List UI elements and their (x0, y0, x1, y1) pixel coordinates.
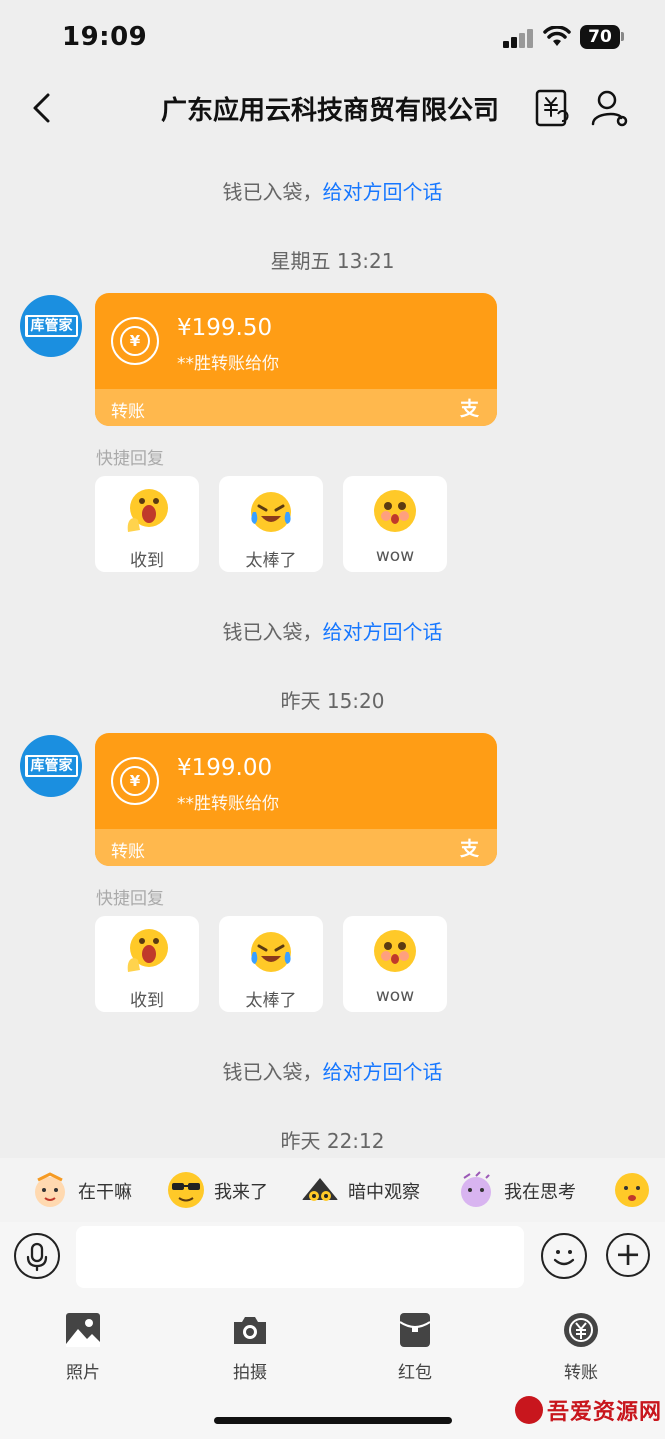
system-message-text: 钱已入袋， (222, 1060, 323, 1084)
transfer-tool-label: 转账 (564, 1363, 598, 1383)
transfer-receipt-icon[interactable] (534, 88, 570, 128)
status-bar: 19:09 70 (0, 0, 665, 74)
battery-nub (621, 32, 624, 41)
alipay-icon: 支 (459, 838, 479, 860)
alipay-icon: 支 (459, 398, 479, 420)
shocked-face-emoji-icon (127, 929, 168, 972)
reply-link[interactable]: 给对方回个话 (323, 180, 443, 204)
quick-reply-label: 太棒了 (245, 551, 297, 571)
message-timestamp: 星期五 13:21 (270, 249, 395, 273)
more-actions-button[interactable]: + (606, 1233, 650, 1277)
surprised-face-emoji-icon (374, 930, 416, 972)
avatar[interactable]: 库管家 (20, 735, 82, 797)
cellular-signal-icon (503, 28, 535, 48)
microphone-icon (26, 1242, 48, 1272)
system-message: 钱已入袋，给对方回个话 (0, 1056, 665, 1085)
transfer-amount: ¥199.50 (177, 315, 273, 341)
transfer-label: 转账 (111, 842, 145, 862)
camera-label: 拍摄 (233, 1363, 267, 1383)
system-message-text: 钱已入袋， (222, 620, 323, 644)
camera-button[interactable]: 拍摄 (205, 1306, 295, 1386)
quick-reply-wow[interactable]: wow (343, 476, 447, 572)
transfer-subtitle: **胜转账给你 (177, 354, 279, 374)
plus-icon: + (614, 1235, 642, 1273)
system-message-text: 钱已入袋， (222, 180, 323, 204)
quick-reply-title: 快捷回复 (96, 449, 164, 469)
transfer-card-body: ¥ ¥199.50 **胜转账给你 (95, 293, 497, 389)
quick-reply-received[interactable]: 收到 (95, 916, 199, 1012)
crying-laughing-emoji-icon (251, 492, 291, 532)
quick-reply-wow[interactable]: wow (343, 916, 447, 1012)
transfer-card-footer: 转账 支 (95, 389, 497, 426)
sticker-suggestion-bar: 在干嘛 我来了 暗中观察 我在思考 (0, 1158, 665, 1222)
sunglasses-face-sticker-icon (168, 1172, 204, 1208)
avatar[interactable]: 库管家 (20, 295, 82, 357)
avatar-logo-text: 库管家 (24, 315, 78, 337)
smiley-icon (553, 1250, 575, 1266)
reply-link[interactable]: 给对方回个话 (323, 1060, 443, 1084)
system-message: 钱已入袋，给对方回个话 (0, 176, 665, 205)
transfer-card[interactable]: ¥ ¥199.00 **胜转账给你 转账 支 (95, 733, 497, 866)
transfer-amount: ¥199.00 (177, 755, 273, 781)
transfer-card-footer: 转账 支 (95, 829, 497, 866)
watermark-logo-icon (515, 1396, 543, 1424)
peeking-sticker-icon (302, 1178, 338, 1201)
transfer-card-body: ¥ ¥199.00 **胜转账给你 (95, 733, 497, 829)
system-message: 钱已入袋，给对方回个话 (0, 616, 665, 645)
site-watermark: 吾爱资源网 (515, 1390, 662, 1430)
quick-reply-awesome[interactable]: 太棒了 (219, 476, 323, 572)
battery-icon: 70 (580, 25, 620, 49)
thinking-face-sticker-icon (461, 1171, 491, 1207)
chat-header: 广东应用云科技商贸有限公司 (0, 74, 665, 144)
image-icon (66, 1313, 100, 1347)
message-timestamp: 昨天 22:12 (280, 1129, 385, 1153)
quick-reply-awesome[interactable]: 太棒了 (219, 916, 323, 1012)
crying-laughing-emoji-icon (251, 932, 291, 972)
photo-button[interactable]: 照片 (38, 1306, 128, 1386)
quick-reply-label: wow (375, 986, 415, 1006)
quick-reply-received[interactable]: 收到 (95, 476, 199, 572)
photo-label: 照片 (66, 1363, 100, 1383)
red-packet-button[interactable]: 红包 (370, 1306, 460, 1386)
transfer-label: 转账 (111, 402, 145, 422)
emoji-button[interactable] (541, 1233, 587, 1279)
quick-reply-label: wow (375, 546, 415, 566)
home-indicator[interactable] (214, 1417, 452, 1424)
transfer-subtitle: **胜转账给你 (177, 794, 279, 814)
cartoon-face-sticker-icon (35, 1172, 65, 1207)
message-timestamp: 昨天 15:20 (280, 689, 385, 713)
quick-reply-label: 太棒了 (245, 991, 297, 1011)
shocked-face-emoji-icon (127, 489, 168, 532)
page-title: 广东应用云科技商贸有限公司 (160, 96, 499, 126)
yuan-coin-icon: ¥ (111, 317, 159, 365)
voice-input-button[interactable] (14, 1233, 60, 1279)
quick-reply-label: 收到 (130, 551, 164, 571)
yuan-coin-icon: ¥ (111, 757, 159, 805)
back-arrow-icon[interactable] (24, 90, 60, 126)
watermark-text: 吾爱资源网 (547, 1399, 663, 1425)
quick-reply-title: 快捷回复 (96, 889, 164, 909)
transfer-button[interactable]: 转账 (536, 1306, 626, 1386)
sticker-label: 在干嘛 (78, 1182, 132, 1203)
contact-profile-icon[interactable] (590, 88, 630, 128)
red-envelope-icon (399, 1313, 431, 1347)
red-packet-label: 红包 (398, 1363, 432, 1383)
wifi-icon (543, 26, 571, 46)
reply-link[interactable]: 给对方回个话 (323, 620, 443, 644)
sticker-label: 我在思考 (504, 1182, 576, 1203)
yuan-transfer-icon (564, 1313, 598, 1347)
sticker-label: 暗中观察 (348, 1182, 420, 1203)
status-time: 19:09 (62, 22, 148, 52)
sticker-label: 我来了 (214, 1182, 268, 1203)
camera-icon (234, 1317, 266, 1344)
face-sticker-icon (615, 1173, 649, 1207)
quick-reply-label: 收到 (130, 991, 164, 1011)
surprised-face-emoji-icon (374, 490, 416, 532)
avatar-logo-text: 库管家 (24, 755, 78, 777)
message-input[interactable] (76, 1226, 524, 1288)
transfer-card[interactable]: ¥ ¥199.50 **胜转账给你 转账 支 (95, 293, 497, 426)
